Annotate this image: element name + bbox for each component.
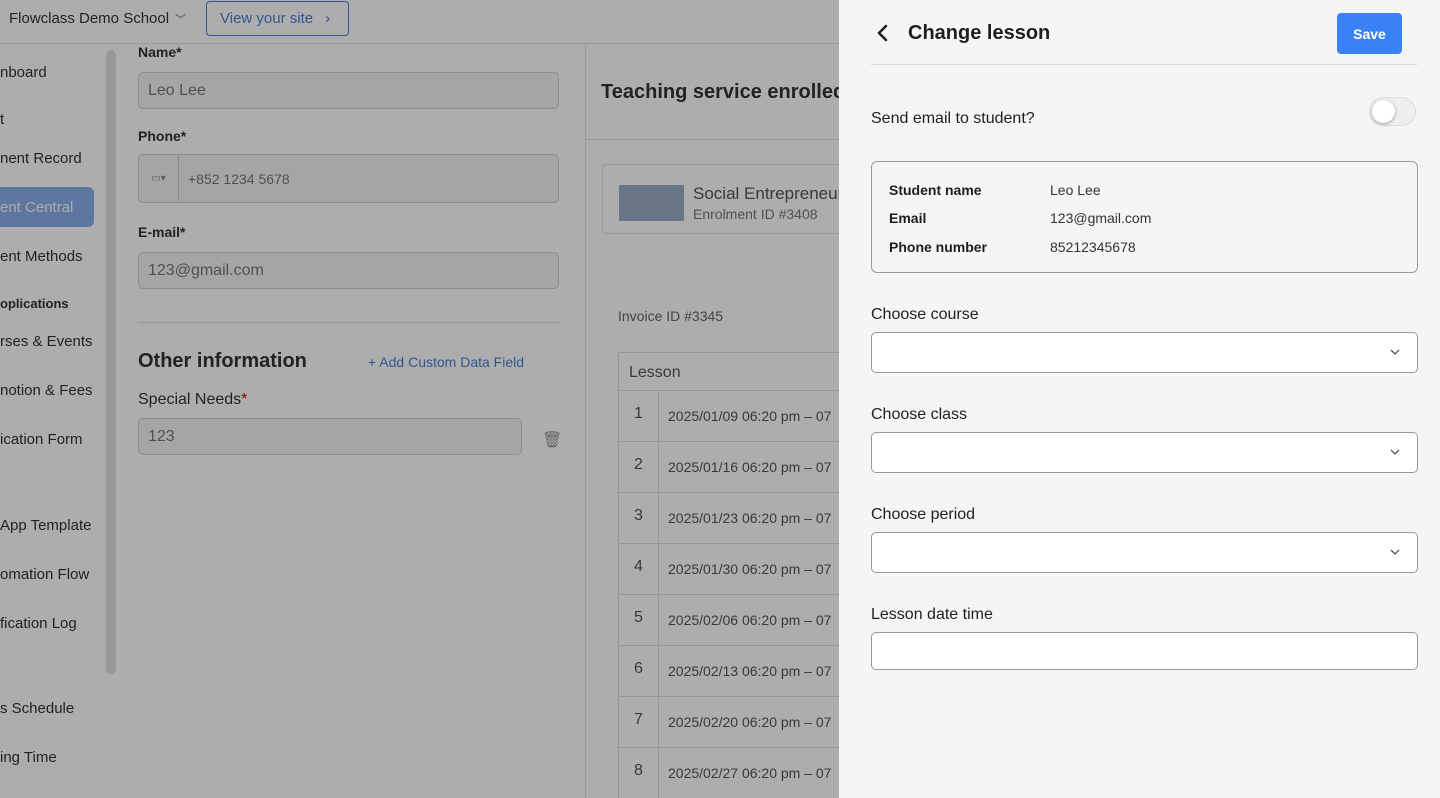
phone-value: 85212345678 <box>1050 239 1136 255</box>
drawer-title: Change lesson <box>908 22 1051 44</box>
choose-class-label: Choose class <box>871 406 968 423</box>
drawer-header: Change lesson Save <box>871 0 1417 65</box>
send-email-toggle[interactable] <box>1369 97 1416 126</box>
chevron-left-icon[interactable] <box>871 21 893 45</box>
chevron-down-icon <box>1390 549 1400 555</box>
course-select[interactable] <box>871 332 1418 373</box>
chevron-down-icon <box>1390 449 1400 455</box>
modal-overlay[interactable] <box>0 0 839 798</box>
lesson-datetime-input[interactable] <box>871 632 1418 670</box>
period-select[interactable] <box>871 532 1418 573</box>
toggle-knob <box>1372 100 1395 123</box>
choose-course-label: Choose course <box>871 306 979 323</box>
save-button[interactable]: Save <box>1337 13 1402 54</box>
chevron-down-icon <box>1390 349 1400 355</box>
class-select[interactable] <box>871 432 1418 473</box>
change-lesson-drawer: Change lesson Save Send email to student… <box>839 0 1440 798</box>
student-name-value: Leo Lee <box>1050 182 1101 198</box>
student-name-key: Student name <box>889 182 982 198</box>
email-key: Email <box>889 210 927 226</box>
student-info-card: Student name Leo Lee Email 123@gmail.com… <box>871 161 1418 273</box>
choose-period-label: Choose period <box>871 506 976 523</box>
phone-key: Phone number <box>889 239 988 255</box>
lesson-datetime-label: Lesson date time <box>871 606 993 623</box>
email-value: 123@gmail.com <box>1050 210 1152 226</box>
send-email-label: Send email to student? <box>871 110 1035 127</box>
